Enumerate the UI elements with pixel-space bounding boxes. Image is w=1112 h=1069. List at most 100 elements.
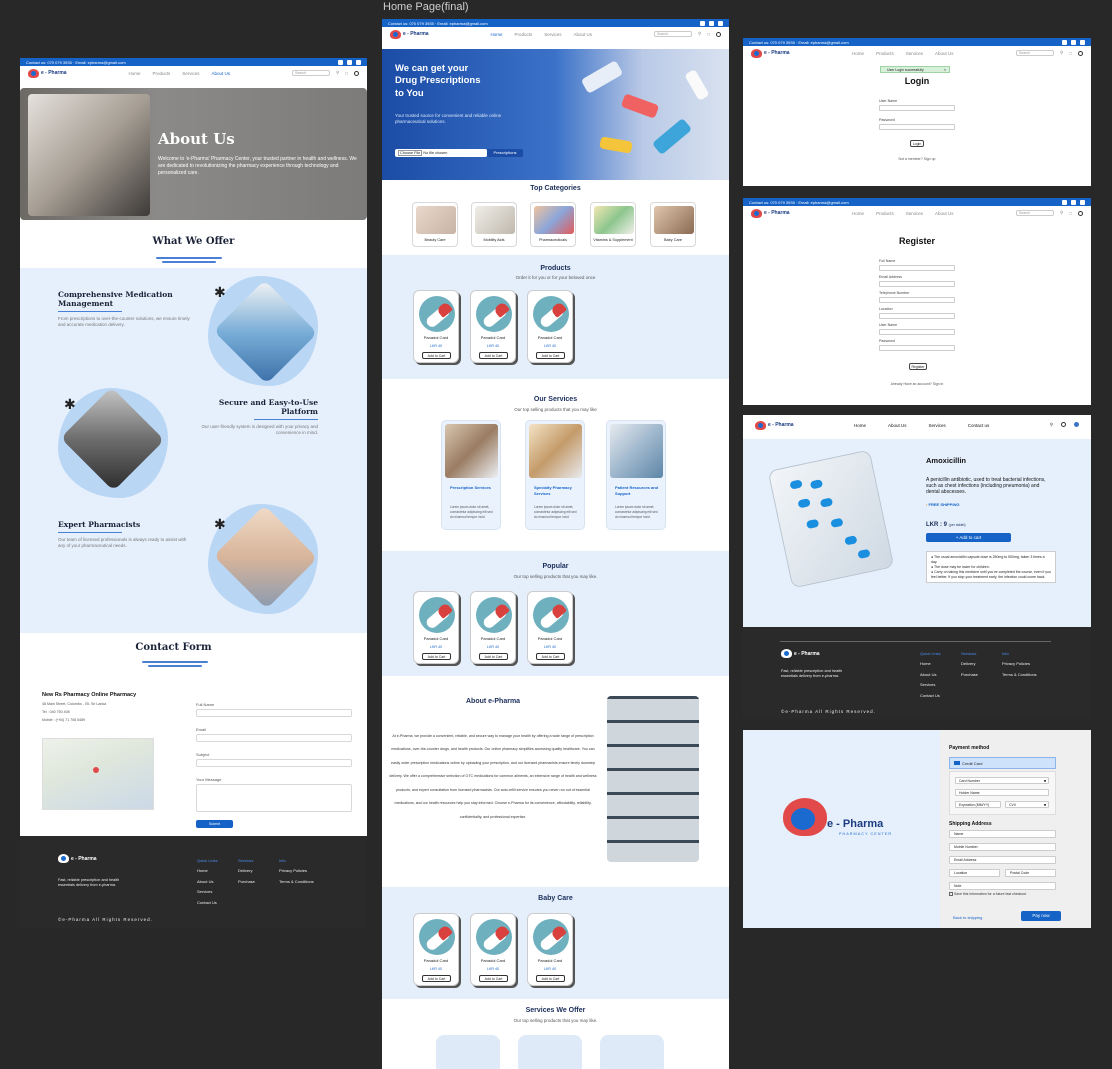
offer-circle[interactable] bbox=[518, 1035, 582, 1069]
product-card[interactable]: Panadol Card LKR 40 Add to Cart bbox=[527, 290, 573, 363]
footer-link[interactable]: Privacy Policies bbox=[1002, 659, 1037, 669]
user-icon[interactable] bbox=[1061, 422, 1066, 427]
nav-home[interactable]: Home bbox=[854, 423, 866, 428]
location-input[interactable] bbox=[879, 313, 955, 319]
footer-link[interactable]: Purchase bbox=[961, 670, 978, 680]
nav-contact[interactable]: Contact us bbox=[968, 423, 990, 428]
offer-circle[interactable] bbox=[436, 1035, 500, 1069]
close-icon[interactable]: × bbox=[944, 67, 949, 73]
facebook-icon[interactable] bbox=[700, 20, 705, 26]
nav-services[interactable]: Services bbox=[906, 51, 923, 56]
back-to-shipping-link[interactable]: Back to shipping bbox=[953, 915, 982, 920]
service-card[interactable]: Specialty Pharmacy Services Lorem ipsum d… bbox=[525, 420, 585, 530]
nav-services[interactable]: Services bbox=[906, 211, 923, 216]
whatsapp-icon[interactable] bbox=[1080, 39, 1085, 45]
profile-avatar[interactable] bbox=[1074, 422, 1079, 427]
product-card[interactable]: Panadol Card LKR 40 Add to Cart bbox=[470, 913, 516, 986]
footer-link[interactable]: Services bbox=[197, 887, 218, 897]
footer-link[interactable]: Home bbox=[920, 659, 941, 669]
cart-icon[interactable]: □ bbox=[345, 71, 348, 76]
checkbox-icon[interactable] bbox=[949, 892, 953, 897]
add-to-cart-button[interactable]: Add to Cart bbox=[479, 975, 508, 982]
mail-icon[interactable] bbox=[347, 59, 352, 65]
whatsapp-icon[interactable] bbox=[356, 59, 361, 65]
facebook-icon[interactable] bbox=[1062, 39, 1067, 45]
username-input[interactable] bbox=[879, 105, 955, 111]
subject-input[interactable] bbox=[196, 759, 352, 767]
map[interactable] bbox=[42, 738, 154, 810]
category-card[interactable]: Mobility Aids bbox=[471, 202, 517, 247]
user-icon[interactable] bbox=[1078, 50, 1083, 56]
facebook-icon[interactable] bbox=[1062, 199, 1067, 205]
category-card[interactable]: Beauty Care bbox=[412, 202, 458, 247]
full-name-input[interactable] bbox=[196, 709, 352, 717]
footer-link[interactable]: Delivery bbox=[238, 866, 255, 876]
brand-logo[interactable]: e - Pharma bbox=[390, 29, 429, 39]
user-icon[interactable] bbox=[354, 70, 359, 76]
footer-link[interactable]: Terms & Conditions bbox=[1002, 670, 1037, 680]
product-card[interactable]: Panadol Card LKR 40 Add to Cart bbox=[413, 913, 459, 986]
file-input[interactable]: Choose File No file chosen bbox=[395, 149, 487, 157]
choose-file-button[interactable]: Choose File bbox=[398, 150, 423, 156]
search-icon[interactable]: ⚲ bbox=[336, 70, 339, 76]
telephone-input[interactable] bbox=[879, 297, 955, 303]
cvv-input[interactable]: CVV ■ bbox=[1005, 801, 1049, 808]
add-to-cart-button[interactable]: Add to Cart bbox=[422, 352, 451, 359]
footer-link[interactable]: Home bbox=[197, 866, 218, 876]
name-input[interactable]: Name bbox=[949, 830, 1056, 838]
save-info-checkbox[interactable]: Save this information for a future fast … bbox=[949, 892, 1026, 897]
postal-code-input[interactable]: Postal Code bbox=[1005, 869, 1056, 877]
brand-logo[interactable]: e - Pharma bbox=[28, 68, 67, 78]
category-card[interactable]: Vitamins & Supplement bbox=[590, 202, 636, 247]
nav-products[interactable]: Products bbox=[876, 211, 894, 216]
product-card[interactable]: Panadol Card LKR 40 Add to Cart bbox=[527, 591, 573, 664]
nav-about[interactable]: About Us bbox=[888, 423, 907, 428]
credit-card-option[interactable]: Credit Card bbox=[949, 757, 1056, 769]
product-card[interactable]: Panadol Card LKR 40 Add to Cart bbox=[413, 591, 459, 664]
nav-home[interactable]: Home bbox=[852, 211, 864, 216]
nav-products[interactable]: Products bbox=[153, 71, 171, 76]
add-to-cart-button[interactable]: Add to Cart bbox=[422, 975, 451, 982]
footer-link[interactable]: Terms & Conditions bbox=[279, 877, 314, 887]
service-card[interactable]: Prescription Services Lorem ipsum dolor s… bbox=[441, 420, 501, 530]
nav-services[interactable]: Services bbox=[929, 423, 946, 428]
service-card[interactable]: Patient Resources and Support Lorem ipsum… bbox=[606, 420, 666, 530]
add-to-cart-button[interactable]: Add to Cart bbox=[536, 352, 565, 359]
search-input[interactable]: Search bbox=[1015, 210, 1054, 216]
add-to-cart-button[interactable]: Add to Cart bbox=[479, 352, 508, 359]
user-icon[interactable] bbox=[716, 31, 721, 37]
search-input[interactable]: Search bbox=[1015, 50, 1054, 56]
brand-logo[interactable]: e - Pharma bbox=[755, 420, 794, 430]
cart-icon[interactable]: □ bbox=[707, 32, 710, 37]
add-to-cart-button[interactable]: Add to Cart bbox=[479, 653, 508, 660]
signup-link[interactable]: Not a member? Sign up bbox=[743, 157, 1091, 161]
nav-services[interactable]: Services bbox=[182, 71, 199, 76]
nav-home[interactable]: Home bbox=[852, 51, 864, 56]
nav-products[interactable]: Products bbox=[515, 32, 533, 37]
mail-icon[interactable] bbox=[1071, 39, 1076, 45]
add-to-cart-button[interactable]: Add to Cart bbox=[422, 653, 451, 660]
product-card[interactable]: Panadol Card LKR 40 Add to Cart bbox=[470, 290, 516, 363]
search-icon[interactable]: ⚲ bbox=[698, 31, 701, 37]
mail-icon[interactable] bbox=[709, 20, 714, 26]
nav-products[interactable]: Products bbox=[876, 51, 894, 56]
category-card[interactable]: Baby Care bbox=[650, 202, 696, 247]
email-input[interactable] bbox=[879, 281, 955, 287]
facebook-icon[interactable] bbox=[338, 59, 343, 65]
expiration-input[interactable]: Expiration (MM/YY) bbox=[955, 801, 1001, 808]
search-icon[interactable]: ⚲ bbox=[1050, 422, 1053, 428]
password-input[interactable] bbox=[879, 345, 955, 351]
cart-icon[interactable]: □ bbox=[1069, 211, 1072, 216]
login-button[interactable]: Login bbox=[910, 140, 924, 147]
user-icon[interactable] bbox=[1078, 210, 1083, 216]
footer-link[interactable]: About Us bbox=[197, 877, 218, 887]
brand-logo[interactable]: e - Pharma bbox=[751, 48, 790, 58]
footer-link[interactable]: Services bbox=[920, 680, 941, 690]
product-card[interactable]: Panadol Card LKR 40 Add to Cart bbox=[527, 913, 573, 986]
whatsapp-icon[interactable] bbox=[1080, 199, 1085, 205]
card-number-input[interactable]: Card Number ■ bbox=[955, 777, 1049, 784]
add-to-cart-button[interactable]: + Add to cart bbox=[926, 533, 1011, 542]
cart-icon[interactable]: □ bbox=[1069, 51, 1072, 56]
category-card[interactable]: Pharmaceuticals bbox=[530, 202, 576, 247]
add-to-cart-button[interactable]: Add to Cart bbox=[536, 975, 565, 982]
